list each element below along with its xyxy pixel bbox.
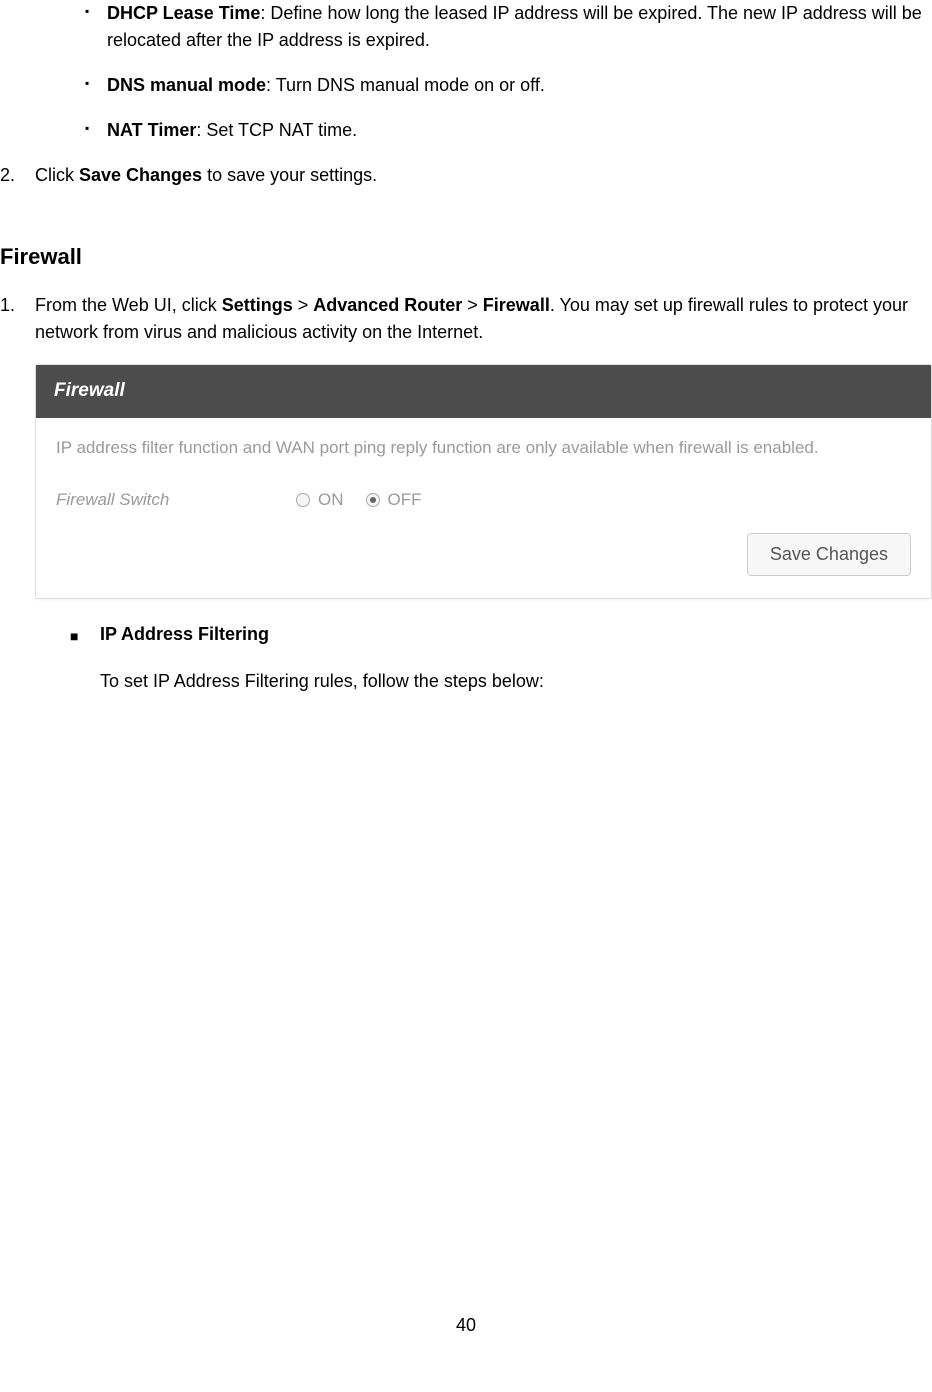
breadcrumb-advanced-router: Advanced Router <box>313 295 462 315</box>
step-list-firewall: 1. From the Web UI, click Settings > Adv… <box>0 292 932 695</box>
breadcrumb-sep: > <box>462 295 483 315</box>
firewall-switch-radio-group: ON OFF <box>296 487 422 513</box>
bullet-nat-timer: NAT Timer: Set TCP NAT time. <box>85 117 932 144</box>
firewall-switch-label: Firewall Switch <box>56 487 296 513</box>
radio-icon <box>296 493 310 507</box>
radio-option-off[interactable]: OFF <box>366 487 422 513</box>
square-bullet-icon: ■ <box>70 626 78 647</box>
bullet-dhcp-lease-time: DHCP Lease Time: Define how long the lea… <box>85 0 932 54</box>
step-text-bold: Save Changes <box>79 165 202 185</box>
radio-option-on[interactable]: ON <box>296 487 344 513</box>
breadcrumb-settings: Settings <box>222 295 293 315</box>
section-heading-firewall: Firewall <box>0 244 932 270</box>
step-marker: 2. <box>0 162 15 189</box>
step-text-prefix: Click <box>35 165 79 185</box>
radio-label-off: OFF <box>388 487 422 513</box>
breadcrumb-sep: > <box>293 295 314 315</box>
step-text-suffix: to save your settings. <box>202 165 377 185</box>
radio-label-on: ON <box>318 487 344 513</box>
firewall-switch-row: Firewall Switch ON OFF <box>56 487 911 513</box>
panel-title: Firewall <box>36 365 931 418</box>
bullet-label: DHCP Lease Time <box>107 3 260 23</box>
step-marker: 1. <box>0 292 15 319</box>
panel-note: IP address filter function and WAN port … <box>56 436 911 460</box>
bullet-dns-manual-mode: DNS manual mode: Turn DNS manual mode on… <box>85 72 932 99</box>
sub-section-title: IP Address Filtering <box>100 621 932 648</box>
radio-icon <box>366 493 380 507</box>
breadcrumb-firewall: Firewall <box>483 295 550 315</box>
button-row: Save Changes <box>56 533 911 576</box>
definition-list: DHCP Lease Time: Define how long the lea… <box>0 0 932 144</box>
step-text-prefix: From the Web UI, click <box>35 295 222 315</box>
page-number: 40 <box>0 1315 932 1336</box>
step-1: 1. From the Web UI, click Settings > Adv… <box>0 292 932 695</box>
step-2: 2. Click Save Changes to save your setti… <box>0 162 932 189</box>
bullet-label: DNS manual mode <box>107 75 266 95</box>
step-list-top: 2. Click Save Changes to save your setti… <box>0 162 932 189</box>
sub-section-ip-filtering: ■ IP Address Filtering To set IP Address… <box>70 621 932 695</box>
sub-section-list: ■ IP Address Filtering To set IP Address… <box>35 621 932 695</box>
bullet-desc: : Turn DNS manual mode on or off. <box>266 75 545 95</box>
bullet-label: NAT Timer <box>107 120 196 140</box>
bullet-desc: : Set TCP NAT time. <box>196 120 357 140</box>
save-changes-button[interactable]: Save Changes <box>747 533 911 576</box>
sub-section-desc: To set IP Address Filtering rules, follo… <box>100 668 932 695</box>
panel-body: IP address filter function and WAN port … <box>36 418 931 598</box>
firewall-panel: Firewall IP address filter function and … <box>35 364 932 599</box>
